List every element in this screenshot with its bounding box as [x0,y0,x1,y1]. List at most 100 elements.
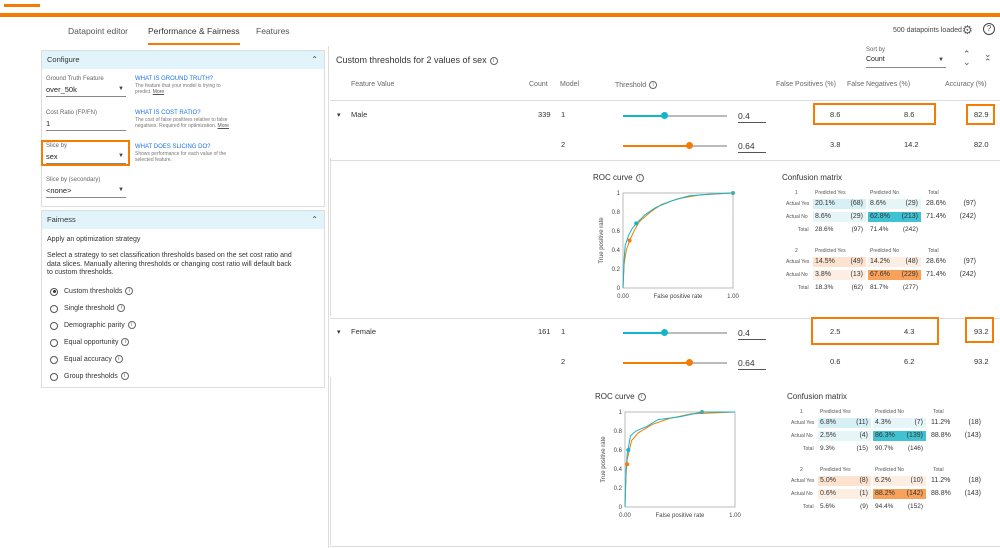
gt-more-link[interactable]: More [153,89,164,95]
info-icon[interactable]: i [489,56,498,65]
slice-secondary-select[interactable]: <none> ▼ [46,186,126,198]
tab-performance-fairness[interactable]: Performance & Fairness [148,17,240,45]
radio-circle[interactable] [50,338,58,347]
slice-by-select[interactable]: sex ▼ [46,152,126,164]
cm-percent: 2.5% [820,432,836,439]
gt-help-title[interactable]: WHAT IS GROUND TRUTH? [135,76,213,82]
cm-count: (143) [964,490,981,497]
chevron-up-icon[interactable]: ⌃ [311,211,318,229]
fairness-header[interactable]: Fairness ⌃ [42,211,324,229]
roc-xtick: 0.00 [617,294,629,300]
cm-count: (18) [968,419,981,426]
threshold-input[interactable]: 0.4 [738,111,766,123]
tab-datapoint-editor[interactable]: Datapoint editor [68,17,128,45]
cm-count: (15) [856,445,868,452]
radio-circle[interactable] [50,372,58,381]
threshold-slider[interactable] [623,110,727,122]
threshold-input[interactable]: 0.64 [738,358,766,370]
cm-cell-predicted-yes: 8.6% (29) [813,212,866,222]
apply-strategy-text: Apply an optimization strategy [47,236,141,243]
cm-percent: 90.7% [875,445,894,452]
col-threshold: Threshold i [615,81,658,89]
roc-chart: 0 0.2 0.4 0.6 0.8 1 0.00 1.00 False positive rat… [599,191,739,300]
cm-col-predicted-yes: Predicted Yes [820,409,851,415]
radio-circle[interactable] [50,287,58,296]
expand-chevron-icon[interactable]: ▾ [337,111,341,119]
cm-cell-predicted-yes: 0.6% (1) [818,489,871,499]
strategy-option[interactable]: Equal accuracy i [50,354,123,365]
gt-help-text: The feature that your model is trying to… [135,83,230,95]
model-number: 1 [561,110,566,119]
tab-features[interactable]: Features [256,17,290,45]
cost-more-link[interactable]: More [218,123,229,129]
cm-count: (13) [850,271,863,278]
configure-header[interactable]: Configure ⌃ [42,51,324,69]
info-icon[interactable]: i [635,173,644,182]
strategy-label: Demographic parity [64,322,125,329]
col-count: Count [529,81,548,88]
cm-percent: 6.8% [820,419,836,426]
threshold-slider[interactable] [623,327,727,339]
row-divider [330,160,1000,161]
radio-circle[interactable] [50,355,58,364]
slider-thumb[interactable] [661,329,669,336]
info-icon[interactable]: i [120,372,129,381]
cm-count: (242) [959,213,976,220]
info-icon[interactable]: i [127,321,136,330]
roc-xtick: 0.00 [619,513,631,519]
cm-count: (146) [907,445,923,452]
roc-ytick: 0.8 [612,210,621,216]
expand-arrows-icon[interactable]: ⌄ ⌃ [984,50,992,67]
strategy-option[interactable]: Single threshold i [50,303,126,314]
info-icon[interactable]: i [114,355,123,364]
threshold-slider[interactable] [623,357,727,369]
info-icon[interactable]: i [117,304,126,313]
roc-title-text: ROC curve [595,392,635,401]
strategy-option[interactable]: Custom thresholds i [50,286,134,297]
cm-row-label: Actual Yes [791,478,815,484]
cm-percent: 94.4% [875,503,894,510]
radio-circle[interactable] [50,304,58,313]
info-icon[interactable]: i [121,338,130,347]
cm-col-predicted-no: Predicted No [875,467,904,473]
cm-count: (229) [901,271,918,278]
cm-cell-predicted-no: 86.3% (139) [873,431,926,441]
slider-thumb[interactable] [686,359,694,366]
gear-icon[interactable]: ⚙ [962,23,973,37]
cm-row-label: Total [798,285,809,291]
sort-by-select[interactable]: Count ▼ [866,56,946,68]
cost-help-title[interactable]: WHAT IS COST RATIO? [135,110,201,116]
threshold-input[interactable]: 0.64 [738,141,766,153]
slider-thumb[interactable] [686,142,694,149]
cm-count: (8) [859,477,868,484]
radio-circle[interactable] [50,321,58,330]
roc-frame [622,192,734,289]
cm-count: (11) [856,419,868,426]
strategy-option[interactable]: Equal opportunity i [50,337,130,348]
strategy-description: Select a strategy to set classification … [47,252,292,276]
info-icon[interactable]: i [649,81,658,89]
false-positives-value: 3.8 [830,140,841,149]
chevron-up-icon[interactable]: ⌃ [311,51,318,69]
info-icon[interactable]: i [125,287,134,296]
feature-value: Female [351,327,377,336]
threshold-slider[interactable] [623,140,727,152]
info-icon[interactable]: i [637,392,646,401]
ground-truth-select[interactable]: over_50k ▼ [46,85,126,97]
expand-chevron-icon[interactable]: ▾ [337,328,341,336]
roc-threshold-point [731,191,735,195]
roc-threshold-point [626,448,631,452]
strategy-option[interactable]: Group thresholds i [50,371,129,382]
col-false-positives: False Positives (%) [776,81,836,88]
threshold-input[interactable]: 0.4 [738,328,766,340]
cm-col-total: Total [933,409,944,415]
help-icon[interactable]: ? [983,23,995,35]
cm-cell-predicted-yes: 28.6% (97) [813,225,866,235]
slice-help-title[interactable]: WHAT DOES SLICING DO? [135,144,210,150]
strategy-option[interactable]: Demographic parity i [50,320,136,331]
cm-count: (213) [901,213,918,220]
slider-thumb[interactable] [661,112,669,119]
roc-ytick: 0 [619,505,623,511]
cost-ratio-input[interactable]: 1 [46,119,126,131]
sort-arrows-icon[interactable]: ⌃ ⌄ [963,50,971,67]
